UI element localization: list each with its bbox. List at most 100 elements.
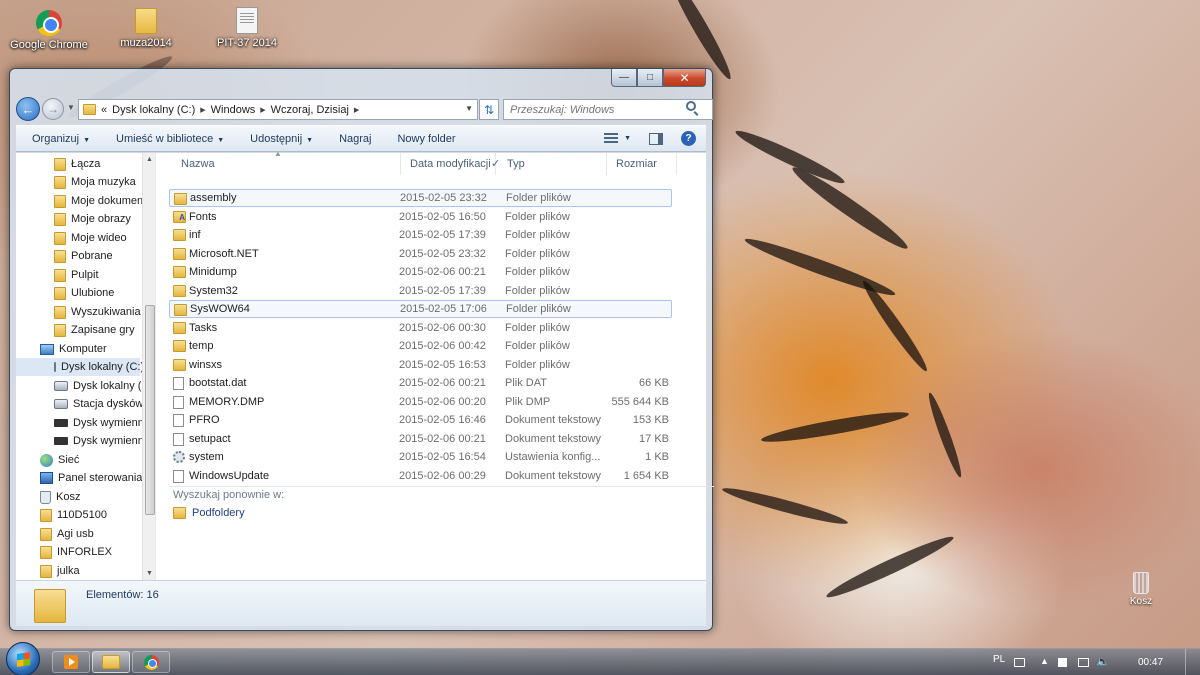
back-button[interactable]: ← — [16, 97, 40, 121]
file-date: 2015-02-05 16:46 — [399, 414, 486, 426]
nav-item-dvd[interactable]: Stacja dysków DVD — [54, 395, 155, 413]
recycle-bin-icon — [40, 490, 51, 504]
maximize-button[interactable]: □ — [637, 69, 663, 87]
file-date: 2015-02-06 00:21 — [399, 266, 486, 278]
help-icon[interactable]: ? — [681, 131, 696, 146]
nav-item-removable-1[interactable]: Dysk wymienny — [54, 414, 149, 432]
desktop-icon-pit-37-2014[interactable]: PIT-37 2014 — [205, 6, 289, 49]
clock[interactable]: 00:47 — [1138, 657, 1163, 668]
file-row[interactable]: temp 2015-02-06 00:42 Folder plików — [169, 337, 672, 355]
chevron-up-icon[interactable]: ▲ — [1040, 656, 1051, 666]
keyboard-icon[interactable] — [1014, 658, 1025, 667]
nav-item-110d5100[interactable]: 110D5100 — [40, 506, 107, 524]
nav-item-agi-usb[interactable]: Agi usb — [40, 525, 94, 543]
network-icon[interactable] — [1078, 658, 1089, 667]
search-icon[interactable] — [686, 101, 696, 111]
file-row[interactable]: setupact 2015-02-06 00:21 Dokument tekstow… — [169, 430, 672, 448]
action-center-flag-icon[interactable] — [1058, 658, 1067, 667]
scroll-down-icon[interactable]: ▼ — [146, 570, 153, 577]
volume-icon[interactable]: 🔈 — [1096, 655, 1110, 668]
chevron-right-icon[interactable]: ▶ — [260, 106, 265, 114]
column-size[interactable]: Rozmiar — [607, 153, 677, 175]
taskbar-media-player[interactable] — [52, 651, 90, 673]
file-row[interactable]: System32 2015-02-05 17:39 Folder plików — [169, 282, 672, 300]
nav-item-pulpit[interactable]: Pulpit — [54, 266, 99, 284]
nav-item-kosz[interactable]: Kosz — [40, 488, 80, 506]
organize-button[interactable]: Organizuj ▼ — [32, 133, 90, 145]
chevron-down-icon[interactable]: ▼ — [465, 104, 473, 113]
close-icon: ✕ — [679, 70, 690, 85]
nav-item-moja-muzyka[interactable]: Moja muzyka — [54, 173, 136, 191]
nav-item-wyszukiwania[interactable]: Wyszukiwania — [54, 303, 141, 321]
nav-item-moje-dokumenty[interactable]: Moje dokumenty — [54, 192, 152, 210]
share-button[interactable]: Udostępnij ▼ — [250, 133, 313, 145]
chevron-right-icon[interactable]: ▶ — [200, 106, 205, 114]
nav-item-dysk-c[interactable]: Dysk lokalny (C:) — [16, 358, 144, 376]
desktop-icon-muza2014[interactable]: muza2014 — [104, 6, 188, 49]
nav-item-inforlex[interactable]: INFORLEX — [40, 543, 112, 561]
taskbar-chrome[interactable] — [132, 651, 170, 673]
desktop-icon-google-chrome[interactable]: Google Chrome — [7, 8, 91, 51]
scroll-up-icon[interactable]: ▲ — [146, 156, 153, 163]
nav-item-zapisane-gry[interactable]: Zapisane gry — [54, 321, 135, 339]
desktop-icon-recycle-bin[interactable]: Kosz — [1118, 572, 1164, 607]
nav-item-lacza[interactable]: Łącza — [54, 155, 100, 173]
subfolders-link[interactable]: Podfoldery — [173, 507, 245, 519]
file-row[interactable]: inf 2015-02-05 17:39 Folder plików — [169, 226, 672, 244]
minimize-button[interactable]: — — [611, 69, 637, 87]
folder-icon — [54, 268, 66, 282]
address-segment-drive[interactable]: Dysk lokalny (C:) — [112, 104, 195, 116]
nav-item-julka[interactable]: julka — [40, 562, 80, 580]
file-row[interactable]: MEMORY.DMP 2015-02-06 00:20 Plik DMP 555 64… — [169, 393, 672, 411]
nav-item-moje-obrazy[interactable]: Moje obrazy — [54, 210, 131, 228]
file-date: 2015-02-05 16:53 — [399, 359, 486, 371]
column-date-modified[interactable]: Data modyfikacji — [401, 153, 496, 175]
forward-button[interactable]: → — [42, 98, 64, 120]
new-folder-button[interactable]: Nowy folder — [397, 133, 455, 145]
nav-item-komputer[interactable]: Komputer — [40, 340, 107, 358]
chevron-right-icon[interactable]: ▶ — [354, 106, 359, 114]
nav-item-pobrane[interactable]: Pobrane — [54, 247, 113, 265]
nav-item-siec[interactable]: Sieć — [40, 451, 79, 469]
nav-item-panel-sterowania[interactable]: Panel sterowania — [40, 469, 142, 487]
file-row[interactable]: system 2015-02-05 16:54 Ustawienia konfig.… — [169, 448, 672, 466]
start-button[interactable] — [6, 642, 40, 675]
nav-item-moje-wideo[interactable]: Moje wideo — [54, 229, 127, 247]
scrollbar-thumb[interactable] — [145, 305, 155, 515]
file-row[interactable]: Minidump 2015-02-06 00:21 Folder plików — [169, 263, 672, 281]
language-indicator[interactable]: PL — [993, 654, 1005, 665]
recent-pages-dropdown[interactable]: ▼ — [67, 103, 75, 112]
file-row[interactable]: winsxs 2015-02-05 16:53 Folder plików — [169, 356, 672, 374]
nav-item-dysk-d[interactable]: Dysk lokalny (D:) — [54, 377, 155, 395]
include-in-library-button[interactable]: Umieść w bibliotece ▼ — [116, 133, 224, 145]
file-row[interactable]: bootstat.dat 2015-02-06 00:21 Plik DAT 66 K… — [169, 374, 672, 392]
address-overflow[interactable]: « — [101, 104, 107, 116]
file-row[interactable]: WindowsUpdate 2015-02-06 00:29 Dokument te… — [169, 467, 672, 485]
change-view-button[interactable]: ▼ — [604, 132, 631, 145]
file-row[interactable]: assembly 2015-02-05 23:32 Folder plików — [169, 189, 672, 207]
folder-icon — [173, 322, 186, 334]
column-type[interactable]: Typ — [498, 153, 607, 175]
chevron-down-icon: ▼ — [624, 135, 631, 142]
file-row[interactable]: A Fonts 2015-02-05 16:50 Folder plików — [169, 208, 672, 226]
burn-button[interactable]: Nagraj — [339, 133, 371, 145]
close-button[interactable]: ✕ — [663, 69, 706, 87]
address-segment-windows[interactable]: Windows — [211, 104, 256, 116]
taskbar-explorer[interactable] — [92, 651, 130, 673]
file-row[interactable]: Microsoft.NET 2015-02-05 23:32 Folder plik… — [169, 245, 672, 263]
refresh-button[interactable]: ⇅ — [479, 99, 499, 120]
address-bar[interactable]: « Dysk lokalny (C:) ▶ Windows ▶ Wczoraj,… — [78, 99, 478, 120]
search-input[interactable] — [503, 99, 713, 120]
file-list: ▲ Nazwa Data modyfikacji ✓ Typ Rozmiar a… — [157, 149, 714, 580]
file-row[interactable]: PFRO 2015-02-05 16:46 Dokument tekstowy 153… — [169, 411, 672, 429]
preview-pane-icon[interactable] — [649, 132, 663, 145]
nav-item-ulubione[interactable]: Ulubione — [54, 284, 114, 302]
file-row[interactable]: Tasks 2015-02-06 00:30 Folder plików — [169, 319, 672, 337]
nav-item-removable-2[interactable]: Dysk wymienny — [54, 432, 149, 450]
show-desktop-button[interactable] — [1185, 649, 1200, 675]
folder-icon — [174, 193, 187, 205]
address-segment-search[interactable]: Wczoraj, Dzisiaj — [271, 104, 349, 116]
file-row[interactable]: SysWOW64 2015-02-05 17:06 Folder plików — [169, 300, 672, 318]
nav-pane-scrollbar[interactable]: ▲ ▼ — [142, 153, 155, 580]
column-name[interactable]: Nazwa — [172, 153, 401, 175]
